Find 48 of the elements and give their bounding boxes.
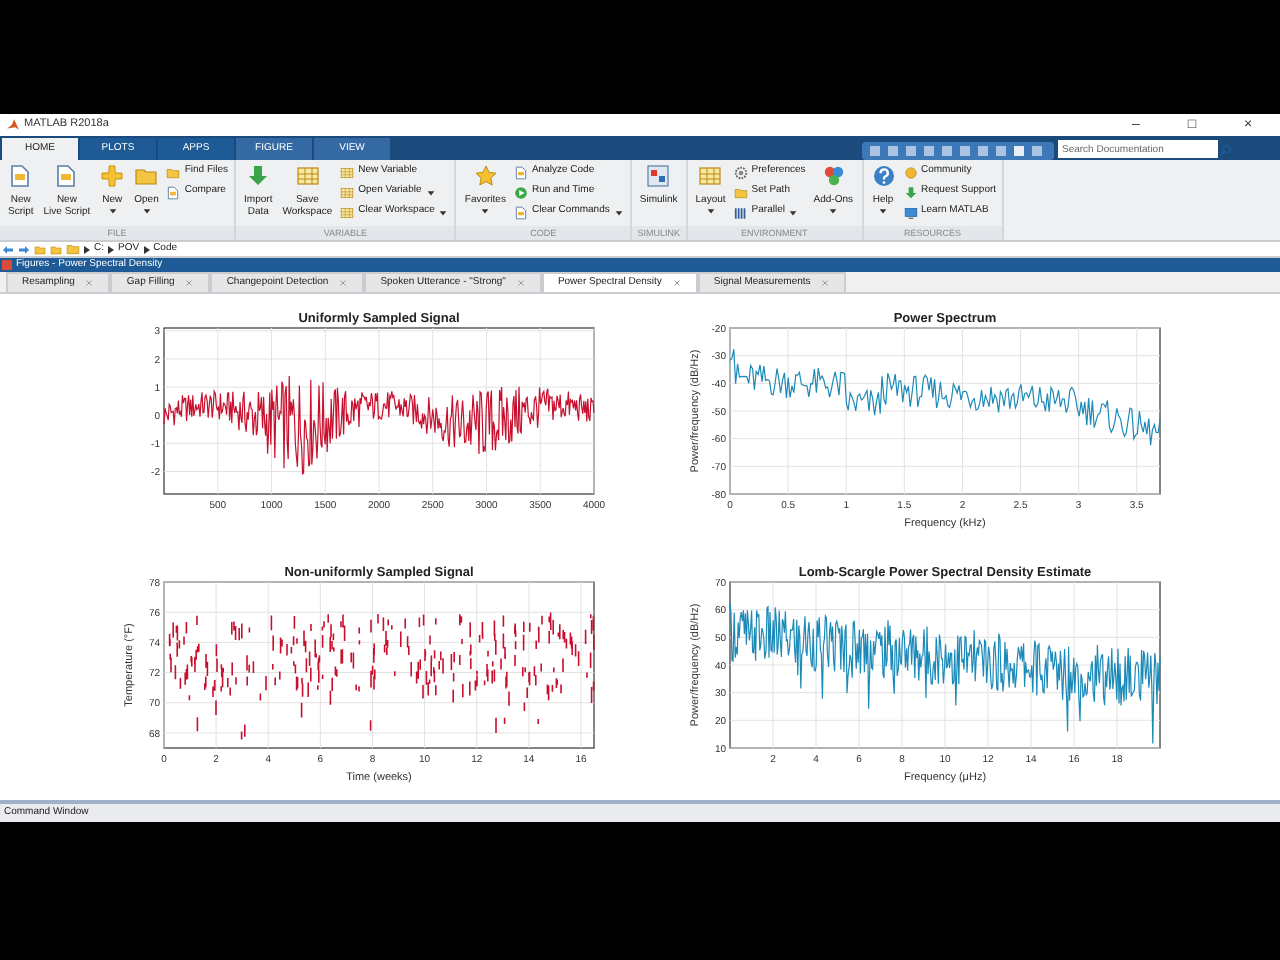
document-icon [166, 185, 181, 199]
chevron-icon [84, 245, 90, 253]
document-icon [513, 205, 528, 219]
document-icon [8, 164, 33, 188]
table-icon [295, 164, 320, 188]
caret-icon [141, 206, 152, 216]
folder-icon [166, 165, 181, 179]
gear-icon [733, 165, 748, 179]
caret-icon [878, 206, 888, 216]
table-icon [340, 205, 355, 219]
close-icon[interactable] [820, 278, 831, 288]
close-icon[interactable] [515, 278, 526, 288]
close-icon[interactable] [84, 278, 95, 288]
logo-icon [6, 118, 20, 132]
table-icon [340, 185, 355, 199]
caret-icon [107, 206, 118, 216]
caret-icon [613, 207, 624, 217]
caret-icon [828, 206, 839, 216]
table-icon [698, 164, 723, 188]
plus-icon [100, 164, 125, 188]
star-icon [473, 164, 498, 188]
back-arrow-icon[interactable] [2, 243, 14, 255]
close-icon[interactable] [671, 278, 682, 288]
close-icon[interactable] [184, 278, 195, 288]
circles-icon [821, 164, 846, 188]
folder-icon [733, 185, 748, 199]
folder-icon [134, 164, 159, 188]
help-icon [871, 164, 895, 188]
monitor-icon [903, 205, 917, 219]
play-icon [513, 185, 528, 199]
chevron-icon [143, 245, 150, 253]
down-arrow-icon [246, 164, 271, 188]
close-icon[interactable] [338, 278, 349, 288]
document-icon [54, 164, 79, 188]
figure-icon [2, 260, 12, 270]
chevron-icon [108, 245, 114, 253]
caret-icon [480, 206, 491, 216]
caret-icon [705, 206, 716, 216]
circle-icon [903, 165, 917, 179]
forward-arrow-icon[interactable] [18, 243, 30, 255]
bars-icon [733, 205, 748, 219]
down-arrow-icon [903, 185, 917, 199]
search-icon[interactable] [1220, 143, 1232, 155]
quick-access-toolbar-drawing[interactable] [862, 142, 1054, 160]
caret-icon [788, 207, 799, 217]
document-icon [513, 165, 528, 179]
table-icon [340, 165, 355, 179]
block-diagram-icon [646, 164, 671, 188]
